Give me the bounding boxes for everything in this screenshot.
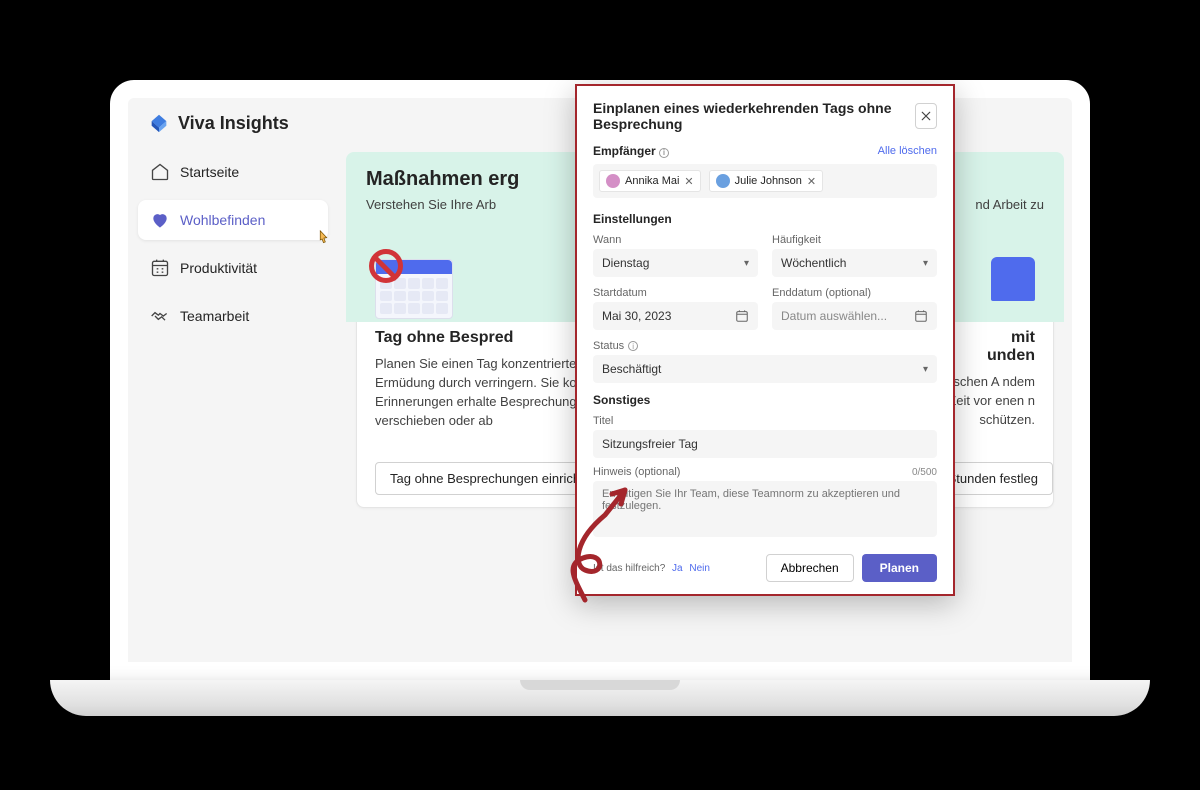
note-char-count: 0/500 [912, 467, 937, 478]
sidebar-item-label: Produktivität [180, 260, 257, 276]
note-textarea[interactable] [593, 481, 937, 537]
chevron-down-icon: ▾ [923, 258, 928, 269]
recipient-chip[interactable]: Annika Mai ✕ [599, 170, 701, 192]
info-icon[interactable]: i [659, 148, 669, 158]
calendar-grid-icon [150, 258, 170, 278]
recipient-name: Annika Mai [625, 175, 679, 187]
recipient-name: Julie Johnson [735, 175, 802, 187]
viva-logo-icon [148, 112, 170, 134]
banner-subtext: Verstehen Sie Ihre Arb [366, 197, 496, 212]
helpful-yes-link[interactable]: Ja [672, 563, 683, 574]
clear-all-link[interactable]: Alle löschen [878, 145, 937, 157]
frequency-label: Häufigkeit [772, 234, 937, 246]
avatar-icon [716, 174, 730, 188]
helpful-prompt: Ist das hilfreich? Ja Nein [593, 563, 710, 574]
sidebar-item-label: Startseite [180, 164, 239, 180]
remove-chip-icon[interactable]: ✕ [807, 175, 816, 188]
start-date-value: Mai 30, 2023 [602, 309, 671, 323]
settings-label: Einstellungen [593, 212, 937, 226]
calendar-icon [735, 309, 749, 323]
close-icon [920, 110, 932, 122]
start-date-picker[interactable]: Mai 30, 2023 [593, 302, 758, 330]
frequency-select[interactable]: Wöchentlich ▾ [772, 249, 937, 277]
when-select[interactable]: Dienstag ▾ [593, 249, 758, 277]
start-date-label: Startdatum [593, 287, 758, 299]
sidebar-item-startseite[interactable]: Startseite [138, 152, 328, 192]
end-date-picker[interactable]: Datum auswählen... [772, 302, 937, 330]
sidebar-item-teamarbeit[interactable]: Teamarbeit [138, 296, 328, 336]
sidebar-item-produktivitaet[interactable]: Produktivität [138, 248, 328, 288]
setup-no-meeting-day-button[interactable]: Tag ohne Besprechungen einrichte [375, 462, 606, 495]
recipients-label: Empfänger [593, 144, 656, 158]
modal-title: Einplanen eines wiederkehrenden Tags ohn… [593, 100, 915, 132]
home-icon [150, 162, 170, 182]
status-value: Beschäftigt [602, 362, 661, 376]
close-button[interactable] [915, 103, 937, 129]
sidebar-item-label: Wohlbefinden [180, 212, 265, 228]
prohibit-icon [369, 249, 403, 283]
info-icon[interactable]: i [628, 341, 638, 351]
pointer-cursor-icon [312, 228, 334, 250]
end-date-value: Datum auswählen... [781, 309, 887, 323]
chevron-down-icon: ▾ [923, 364, 928, 375]
chevron-down-icon: ▾ [744, 258, 749, 269]
sidebar: Startseite Wohlbefinden [128, 152, 338, 662]
heart-icon [150, 210, 170, 230]
title-input[interactable] [593, 430, 937, 458]
recipients-field[interactable]: Annika Mai ✕ Julie Johnson ✕ [593, 164, 937, 198]
status-label: Status [593, 340, 624, 352]
remove-chip-icon[interactable]: ✕ [684, 175, 693, 188]
laptop-notch [520, 680, 680, 690]
status-select[interactable]: Beschäftigt ▾ [593, 355, 937, 383]
sidebar-item-wohlbefinden[interactable]: Wohlbefinden [138, 200, 328, 240]
when-value: Dienstag [602, 256, 649, 270]
frequency-value: Wöchentlich [781, 256, 846, 270]
title-field-label: Titel [593, 415, 937, 427]
helpful-no-link[interactable]: Nein [689, 563, 710, 574]
handshake-icon [150, 306, 170, 326]
cancel-button[interactable]: Abbrechen [766, 554, 854, 582]
calendar-icon [914, 309, 928, 323]
avatar-icon [606, 174, 620, 188]
sidebar-item-label: Teamarbeit [180, 308, 249, 324]
app-title: Viva Insights [178, 113, 289, 134]
other-label: Sonstiges [593, 393, 937, 407]
end-date-label: Enddatum (optional) [772, 287, 937, 299]
recipient-chip[interactable]: Julie Johnson ✕ [709, 170, 824, 192]
banner-subtext-tail: nd Arbeit zu [975, 197, 1044, 212]
when-label: Wann [593, 234, 758, 246]
submit-button[interactable]: Planen [862, 554, 937, 582]
note-field-label: Hinweis (optional) [593, 466, 680, 478]
recurring-no-meeting-day-modal: Einplanen eines wiederkehrenden Tags ohn… [575, 84, 955, 596]
